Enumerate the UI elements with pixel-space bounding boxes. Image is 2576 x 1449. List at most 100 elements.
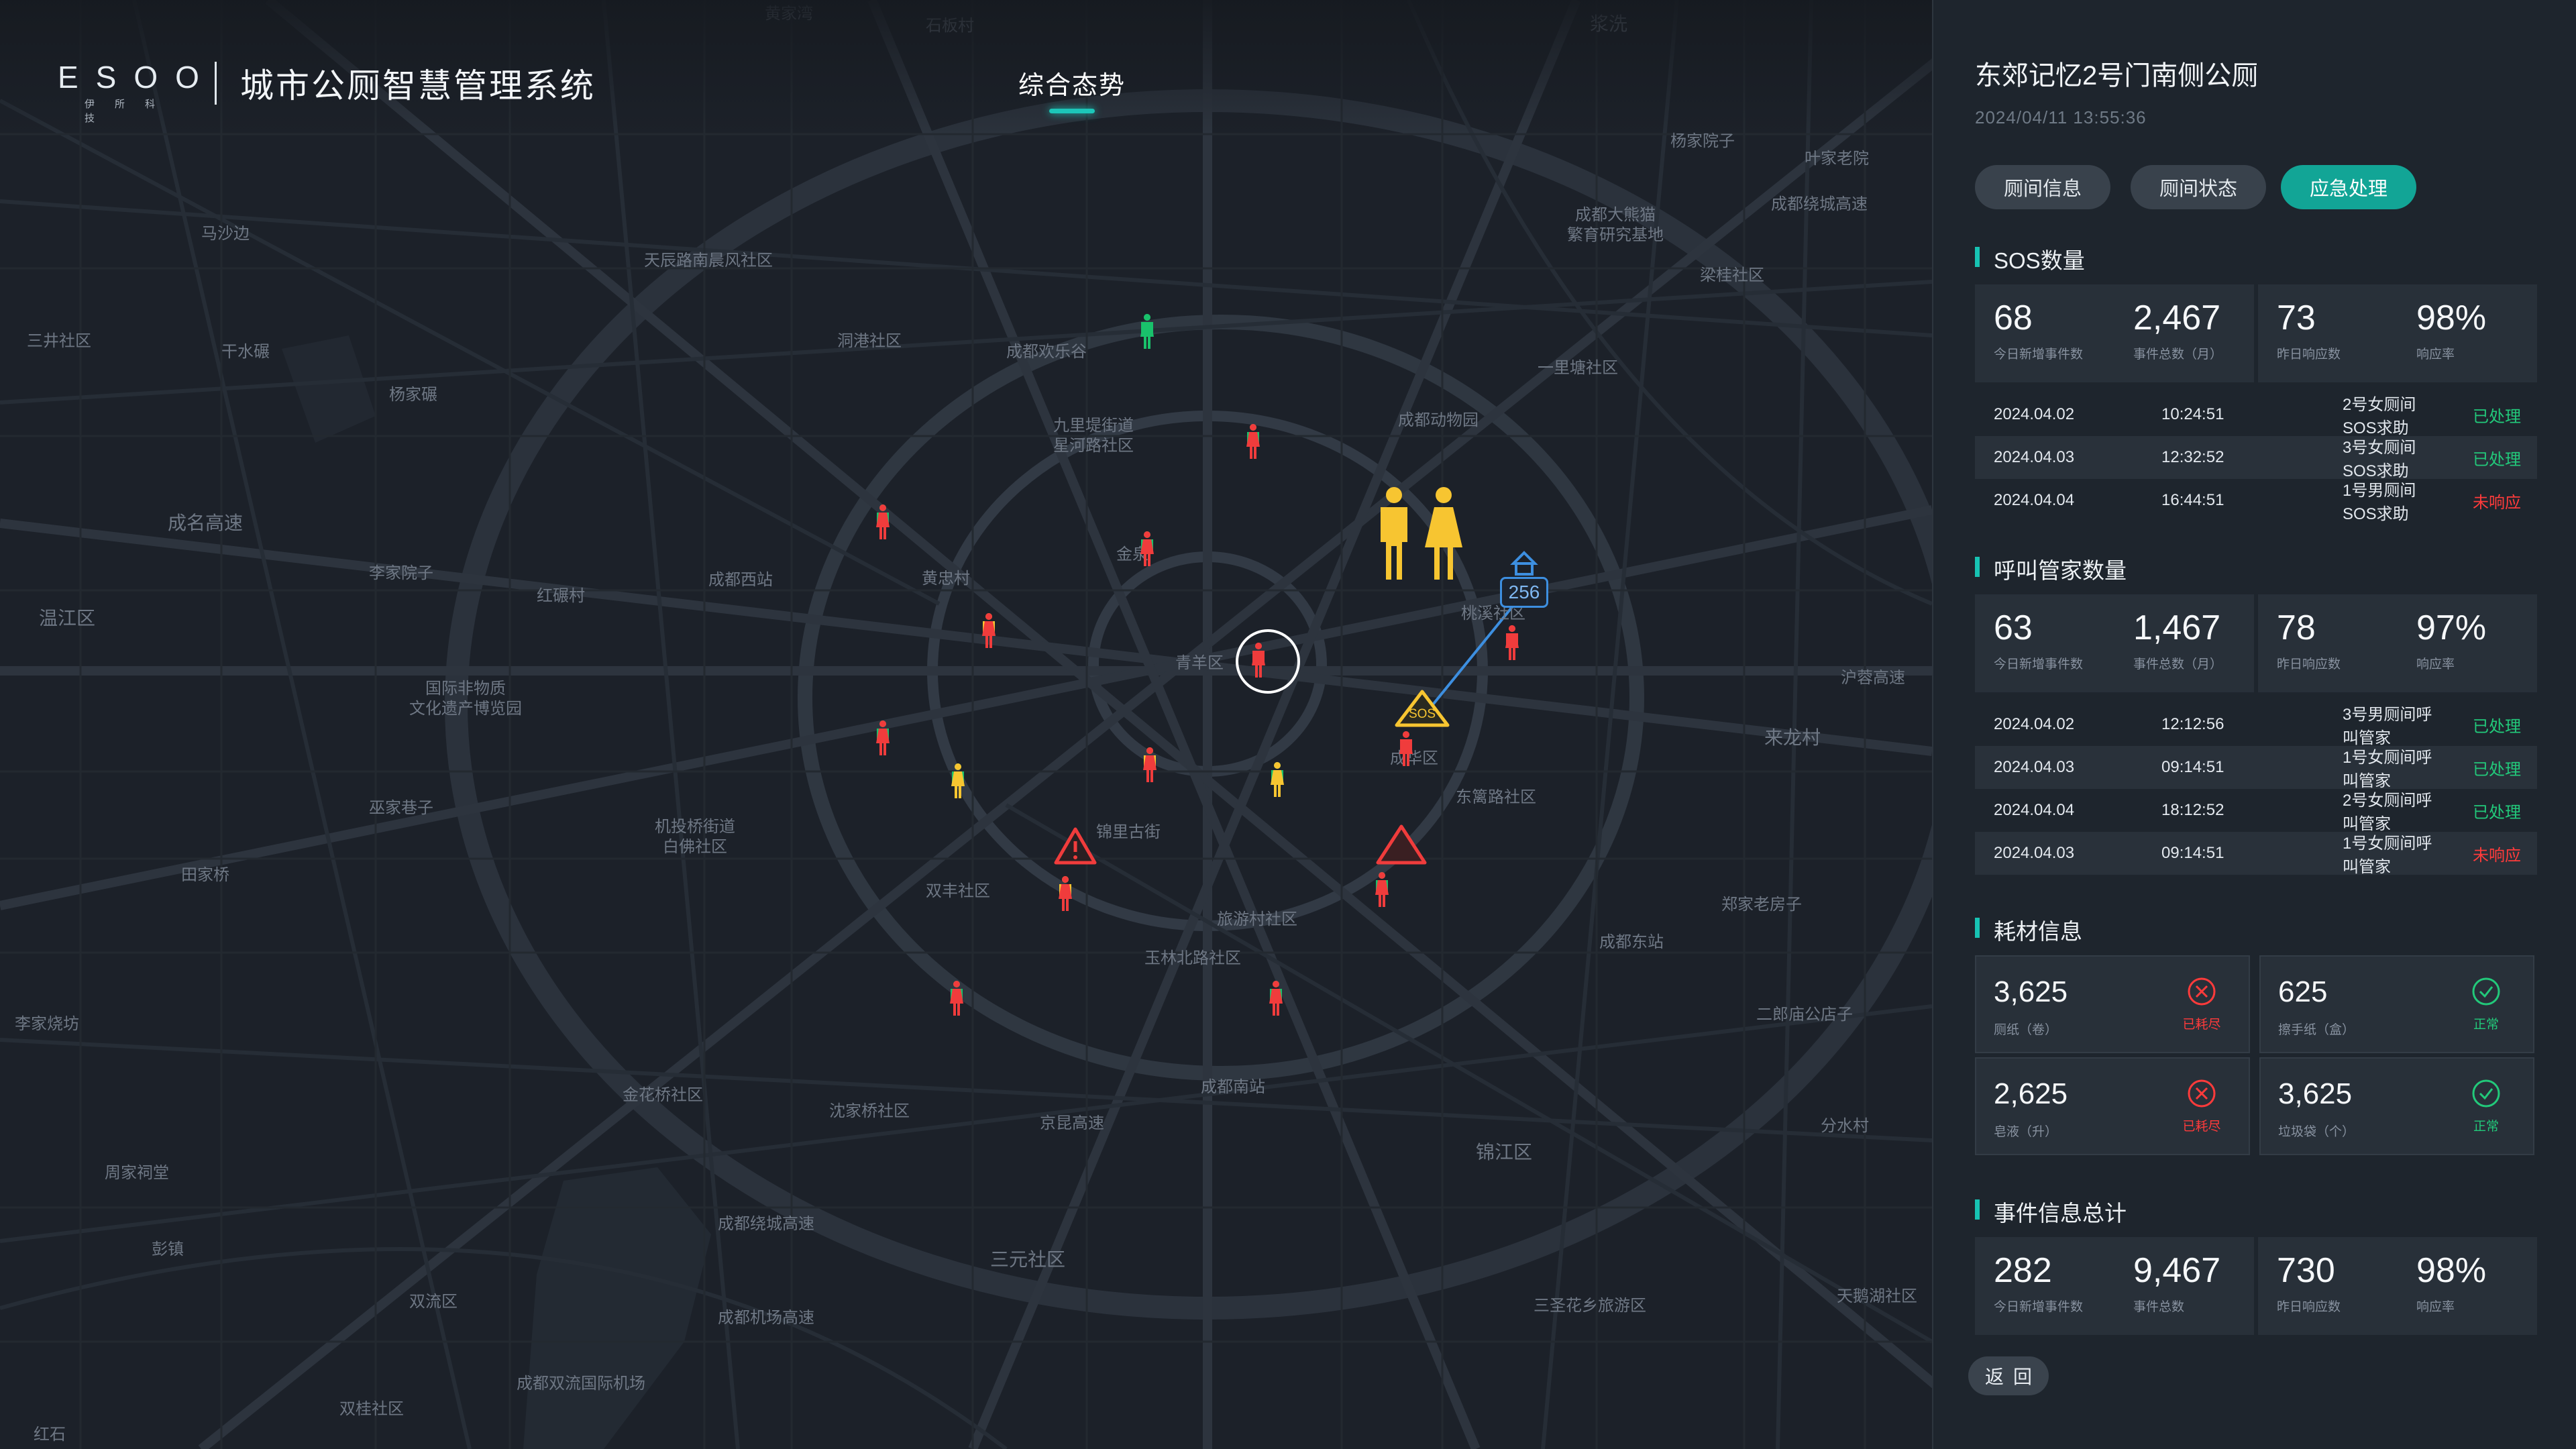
restroom-marker[interactable] [876, 504, 907, 539]
map-place-label: 沪蓉高速 [1841, 669, 1905, 687]
map-place-label: 周家祠堂 [105, 1164, 169, 1182]
map-place-label: 成都动物园 [1398, 411, 1479, 429]
map-place-label: 李家院子 [369, 564, 433, 582]
restroom-marker[interactable] [1375, 872, 1406, 907]
map-place-label: 天辰路南晨风社区 [644, 252, 773, 270]
map-place-label: 双桂社区 [339, 1400, 404, 1418]
map-place-label: 成都南站 [1201, 1078, 1265, 1096]
restroom-marker[interactable] [951, 763, 982, 798]
event-time: 09:14:51 [2161, 758, 2224, 776]
system-title: 城市公厕智慧管理系统 [240, 67, 596, 105]
event-description: 3号女厕间SOS求助 [2343, 439, 2416, 480]
event-row[interactable]: 2024.04.03 09:14:51 1号女厕间呼叫管家 未响应 [1975, 832, 2537, 876]
restroom-marker[interactable] [1143, 747, 1174, 782]
map-place-label: 成都机场高速 [718, 1309, 814, 1327]
location-title: 东郊记忆2号门南侧公厕 [1975, 61, 2259, 91]
totals-section-title: 事件信息总计 [1975, 1195, 2127, 1228]
map-place-label: 东篱路社区 [1456, 788, 1536, 806]
stat-value: 73 [2277, 299, 2316, 337]
restroom-marker[interactable] [1059, 876, 1089, 911]
stat-caption: 昨日响应数 [2277, 1300, 2341, 1315]
city-map[interactable]: 黄家湾石板村马沙边三井社区干水碾杨家碾成名高速李家院子温江区红碾村天辰路南晨风社… [0, 0, 1932, 1449]
restroom-marker[interactable] [1269, 981, 1300, 1016]
event-row[interactable]: 2024.04.02 12:12:56 3号男厕间呼叫管家 已处理 [1975, 703, 2537, 747]
stat-value: 63 [1994, 608, 2033, 647]
consumable-status-label: 已耗尽 [2182, 1120, 2221, 1134]
tab-emergency[interactable]: 应急处理 [2281, 165, 2416, 209]
consumable-card[interactable]: 3,625 厕纸（卷） 已耗尽 [1975, 955, 2250, 1053]
sos-warning-marker[interactable]: SOS [1394, 690, 1450, 727]
event-status: 已处理 [2473, 450, 2521, 469]
tab-active-indicator [1049, 109, 1095, 113]
restroom-marker[interactable] [876, 720, 907, 755]
stat-caption: 响应率 [2416, 657, 2455, 672]
event-time: 16:44:51 [2161, 491, 2224, 509]
top-header: ESOO 伊所科技 城市公厕智慧管理系统 综合态势 [0, 0, 1932, 134]
map-place-label: 成都西站 [708, 571, 773, 589]
map-place-label: 旅游村社区 [1217, 910, 1297, 928]
event-row[interactable]: 2024.04.04 16:44:51 1号男厕间SOS求助 未响应 [1975, 479, 2537, 523]
map-place-label: 马沙边 [201, 225, 250, 243]
restroom-marker[interactable] [982, 613, 1013, 648]
consumable-card[interactable]: 3,625 垃圾袋（个） 正常 [2259, 1057, 2534, 1155]
map-place-label: 三圣花乡旅游区 [1534, 1297, 1646, 1315]
map-place-label: 成都绕城高速 [1771, 195, 1868, 213]
restroom-marker[interactable] [1399, 731, 1430, 766]
map-place-label: 国际非物质 文化遗产博览园 [409, 680, 522, 718]
restroom-marker[interactable] [1140, 314, 1171, 349]
event-row[interactable]: 2024.04.03 09:14:51 1号女厕间呼叫管家 已处理 [1975, 746, 2537, 790]
x-circle-icon [2188, 1079, 2216, 1108]
tab-stall-status[interactable]: 厕间状态 [2131, 165, 2266, 209]
building-icon [1510, 551, 1538, 576]
restroom-marker[interactable] [1505, 625, 1536, 660]
map-place-label: 分水村 [1821, 1117, 1869, 1135]
stat-caption: 昨日响应数 [2277, 347, 2341, 362]
consumable-card[interactable]: 2,625 皂液（升） 已耗尽 [1975, 1057, 2250, 1155]
cluster-badge[interactable]: 256 [1497, 550, 1551, 612]
stat-item: 73 昨日响应数 [2258, 284, 2398, 382]
map-place-label: 彭镇 [152, 1240, 184, 1258]
stat-caption: 响应率 [2416, 1300, 2455, 1315]
cluster-count: 256 [1500, 577, 1548, 608]
consumable-card[interactable]: 625 擦手纸（盒） 正常 [2259, 955, 2534, 1053]
event-status: 已处理 [2473, 407, 2521, 426]
x-circle-icon [2188, 977, 2216, 1006]
restroom-marker[interactable] [1271, 762, 1301, 797]
stat-value: 2,467 [2133, 299, 2221, 337]
stat-item: 2,467 事件总数（月） [2114, 284, 2254, 382]
map-place-label: 温江区 [39, 608, 96, 629]
event-status: 未响应 [2473, 846, 2521, 865]
restroom-marker[interactable] [1252, 643, 1283, 678]
sos-stat-group: 73 昨日响应数 98% 响应率 [2258, 284, 2537, 382]
header-divider [215, 62, 217, 105]
consumable-status-label: 正常 [2473, 1120, 2499, 1134]
event-status: 已处理 [2473, 803, 2521, 822]
event-description: 2号女厕间呼叫管家 [2343, 792, 2432, 833]
alert-warning-marker[interactable] [1375, 824, 1428, 865]
map-place-label: 黄忠村 [922, 570, 970, 588]
sos-stats: 68 今日新增事件数 2,467 事件总数（月） 73 昨日响应数 98% 响应率 [1975, 284, 2537, 382]
event-row[interactable]: 2024.04.04 18:12:52 2号女厕间呼叫管家 已处理 [1975, 789, 2537, 833]
call-stat-group: 78 昨日响应数 97% 响应率 [2258, 594, 2537, 692]
event-row[interactable]: 2024.04.03 12:32:52 3号女厕间SOS求助 已处理 [1975, 436, 2537, 480]
tab-stall-info[interactable]: 厕间信息 [1975, 165, 2110, 209]
stat-caption: 响应率 [2416, 347, 2455, 362]
event-time: 12:32:52 [2161, 448, 2224, 466]
restroom-marker[interactable] [1246, 424, 1277, 459]
highlight-restroom-marker[interactable] [1374, 484, 1465, 582]
tab-overview[interactable]: 综合态势 [1018, 64, 1126, 101]
sos-section-title: SOS数量 [1975, 243, 2085, 275]
map-place-label: 来龙村 [1764, 727, 1821, 748]
stat-item: 78 昨日响应数 [2258, 594, 2398, 692]
alert-warning-marker[interactable] [1053, 826, 1097, 865]
restroom-marker[interactable] [1140, 531, 1171, 566]
stat-value: 98% [2416, 299, 2487, 337]
event-row[interactable]: 2024.04.02 10:24:51 2号女厕间SOS求助 已处理 [1975, 393, 2537, 437]
map-place-label: 成都绕城高速 [718, 1215, 814, 1233]
logo: ESOO 伊所科技 [58, 62, 199, 125]
call-event-table: 2024.04.02 12:12:56 3号男厕间呼叫管家 已处理 2024.04.03… [1975, 703, 2537, 876]
restroom-marker[interactable] [950, 981, 981, 1016]
check-circle-icon [2472, 1079, 2500, 1108]
back-button[interactable]: 返回 [1968, 1356, 2049, 1395]
logo-subtext: 伊所科技 [85, 99, 176, 124]
